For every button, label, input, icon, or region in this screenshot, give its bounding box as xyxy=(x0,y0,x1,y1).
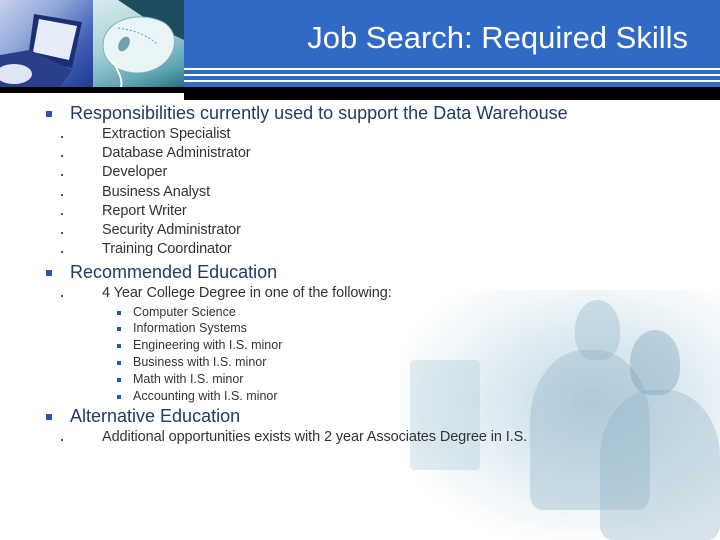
dash-bullet-icon xyxy=(61,194,63,196)
dash-bullet-icon xyxy=(61,232,63,234)
square-bullet-icon xyxy=(46,270,52,276)
square-bullet-icon xyxy=(117,311,121,315)
square-bullet-icon xyxy=(117,378,121,382)
square-bullet-icon xyxy=(117,344,121,348)
dash-bullet-icon xyxy=(61,155,63,157)
square-bullet-icon xyxy=(46,414,52,420)
dash-bullet-icon xyxy=(61,174,63,176)
dash-bullet-icon xyxy=(61,213,63,215)
dash-bullet-icon xyxy=(61,136,63,138)
slide-body: Responsibilities currently used to suppo… xyxy=(0,0,720,540)
square-bullet-icon xyxy=(117,327,121,331)
square-bullet-icon xyxy=(46,111,52,117)
square-bullet-icon xyxy=(117,361,121,365)
dash-bullet-icon xyxy=(61,439,63,441)
square-bullet-icon xyxy=(117,395,121,399)
dash-bullet-icon xyxy=(61,295,63,297)
dash-bullet-icon xyxy=(61,251,63,253)
